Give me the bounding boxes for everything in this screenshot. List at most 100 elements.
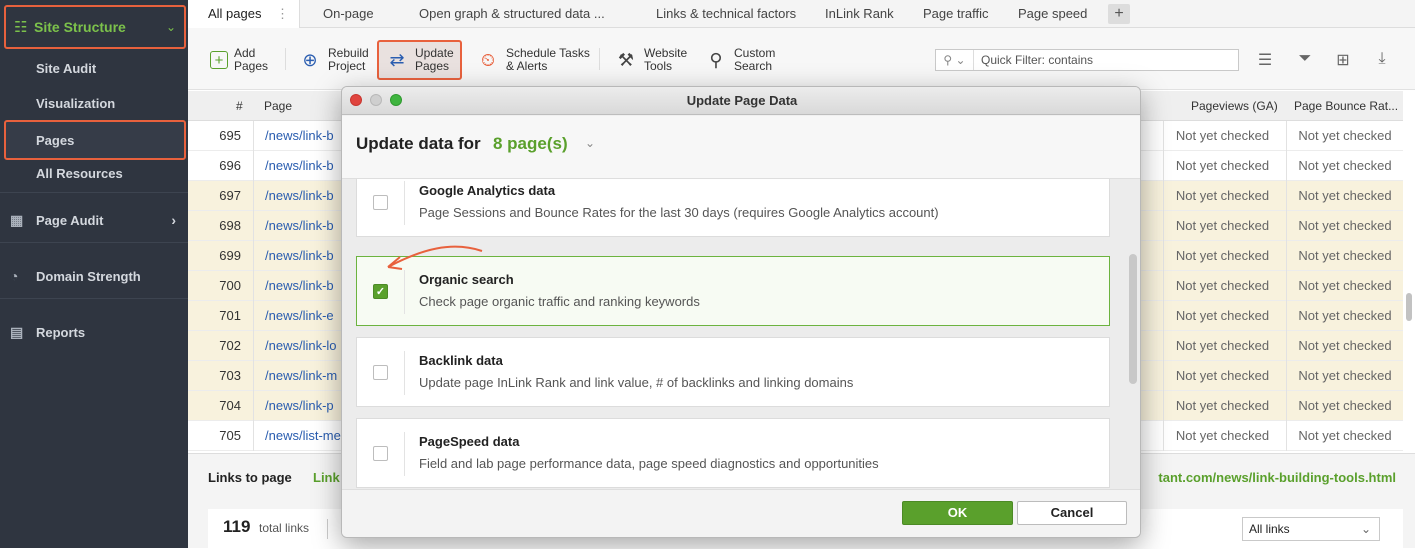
grid-view-icon[interactable]: ⊞	[1333, 50, 1353, 70]
page-link[interactable]: /news/link-b	[265, 271, 334, 301]
tab-links-technical[interactable]: Links & technical factors	[656, 0, 796, 28]
column-header-bounce[interactable]: Page Bounce Rat...	[1294, 91, 1398, 121]
sidebar-divider	[0, 242, 188, 243]
schedule-tasks-button[interactable]: ⏲ Schedule Tasks & Alerts	[476, 40, 590, 80]
sidebar-item-label: Page Audit	[36, 212, 104, 228]
row-number: 705	[188, 421, 254, 451]
bounce-rate-cell: Not yet checked	[1286, 361, 1403, 391]
page-url-link[interactable]: tant.com/news/link-building-tools.html	[1158, 470, 1396, 485]
page-link[interactable]: /news/link-m	[265, 361, 337, 391]
tab-label: All pages	[208, 6, 262, 21]
tab-inlink-rank[interactable]: InLink Rank	[825, 0, 894, 28]
page-link[interactable]: /news/link-lo	[265, 331, 337, 361]
pageviews-cell: Not yet checked	[1163, 181, 1281, 211]
checkmark-icon[interactable]: ✓	[373, 284, 388, 299]
pageviews-cell: Not yet checked	[1163, 421, 1281, 451]
sidebar-item-domain-strength[interactable]: ◔ Domain Strength	[0, 256, 188, 296]
search-icon: ⚲	[709, 49, 723, 70]
sidebar-item-site-structure[interactable]: ☷ Site Structure ⌄	[4, 5, 186, 49]
page-link[interactable]: /news/link-b	[265, 211, 334, 241]
option-checkbox[interactable]	[373, 195, 388, 210]
page-link[interactable]: /news/link-b	[265, 151, 334, 181]
page-link[interactable]: /news/link-p	[265, 391, 334, 421]
toolbar: + Add Pages ⊕ Rebuild Project ⇄ Update P…	[188, 28, 1415, 90]
more-icon[interactable]: ⋮	[276, 0, 289, 28]
sidebar-item-label: Reports	[36, 324, 86, 340]
bounce-rate-cell: Not yet checked	[1286, 211, 1403, 241]
globe-icon: ⊕	[302, 49, 318, 70]
links-type-value: All links	[1249, 522, 1290, 536]
row-number: 701	[188, 301, 254, 331]
tab-page-speed[interactable]: Page speed	[1018, 0, 1087, 28]
pageviews-cell: Not yet checked	[1163, 241, 1281, 271]
links-tab[interactable]: Link	[313, 470, 340, 485]
column-header-pageviews[interactable]: Pageviews (GA)	[1191, 91, 1278, 121]
ok-button[interactable]: OK	[902, 501, 1013, 525]
update-page-data-dialog: Update Page Data Update data for 8 page(…	[341, 86, 1141, 538]
sidebar-item-reports[interactable]: ▤ Reports	[0, 312, 188, 352]
links-panel-title: Links to page	[208, 470, 292, 485]
bounce-rate-cell: Not yet checked	[1286, 391, 1403, 421]
tab-on-page[interactable]: On-page	[323, 0, 374, 28]
page-link[interactable]: /news/link-e	[265, 301, 334, 331]
filter-icon[interactable]: ⏷	[1295, 50, 1315, 70]
add-tab-button[interactable]: +	[1108, 4, 1130, 24]
page-link[interactable]: /news/link-b	[265, 121, 334, 151]
add-pages-button[interactable]: + Add Pages	[210, 40, 268, 80]
tab-all-pages[interactable]: All pages ⋮	[188, 0, 300, 28]
dialog-options: Google Analytics data Page Sessions and …	[342, 179, 1140, 489]
dialog-title: Update Page Data	[686, 93, 798, 108]
option-backlink-data[interactable]: Backlink data Update page InLink Rank an…	[356, 337, 1110, 407]
sidebar-item-all-resources[interactable]: All Resources	[0, 156, 188, 191]
pageviews-cell: Not yet checked	[1163, 211, 1281, 241]
sidebar-divider	[0, 298, 188, 299]
page-count-selector[interactable]: 8 page(s)	[493, 134, 568, 154]
option-checkbox[interactable]	[373, 446, 388, 461]
reports-icon: ▤	[10, 323, 24, 340]
bounce-rate-cell: Not yet checked	[1286, 181, 1403, 211]
sidebar-item-visualization[interactable]: Visualization	[0, 86, 188, 121]
tab-open-graph[interactable]: Open graph & structured data ...	[419, 0, 605, 28]
option-description: Check page organic traffic and ranking k…	[419, 294, 700, 309]
dialog-header: Update data for 8 page(s) ⌄	[342, 116, 1140, 179]
list-view-icon[interactable]: ☰	[1255, 50, 1275, 70]
option-checkbox[interactable]	[373, 365, 388, 380]
page-link[interactable]: /news/link-b	[265, 241, 334, 271]
tab-bar: All pages ⋮ On-page Open graph & structu…	[188, 0, 1415, 28]
table-scrollbar[interactable]	[1405, 123, 1413, 453]
chevron-right-icon: ›	[171, 212, 176, 228]
option-description: Field and lab page performance data, pag…	[419, 456, 879, 471]
column-header-num[interactable]: #	[236, 91, 243, 121]
column-header-page[interactable]: Page	[264, 91, 292, 121]
quick-filter-input[interactable]: Quick Filter: contains	[974, 53, 1093, 67]
page-link[interactable]: /news/link-b	[265, 181, 334, 211]
sidebar-item-page-audit[interactable]: ▦ Page Audit ›	[0, 200, 188, 240]
toolbar-divider	[285, 48, 286, 70]
custom-search-button[interactable]: ⚲ Custom Search	[704, 40, 775, 80]
cancel-button[interactable]: Cancel	[1017, 501, 1127, 525]
search-dropdown-icon[interactable]: ⚲ ⌄	[936, 50, 974, 70]
sidebar-divider	[0, 192, 188, 193]
option-pagespeed-data[interactable]: PageSpeed data Field and lab page perfor…	[356, 418, 1110, 488]
chevron-down-icon[interactable]: ⌄	[585, 136, 595, 150]
dialog-scrollbar[interactable]	[1128, 179, 1138, 489]
pageviews-cell: Not yet checked	[1163, 151, 1281, 181]
pageviews-cell: Not yet checked	[1163, 361, 1281, 391]
sidebar-item-site-audit[interactable]: Site Audit	[0, 51, 188, 86]
sidebar-item-pages[interactable]: Pages	[4, 120, 186, 160]
page-link[interactable]: /news/list-me	[265, 421, 341, 451]
option-google-analytics[interactable]: Google Analytics data Page Sessions and …	[356, 179, 1110, 237]
rebuild-project-button[interactable]: ⊕ Rebuild Project	[298, 40, 368, 80]
page-audit-icon: ▦	[10, 211, 24, 228]
gauge-icon: ◔	[10, 268, 19, 284]
update-pages-button[interactable]: ⇄ Update Pages	[377, 40, 462, 80]
links-type-select[interactable]: All links ⌄	[1242, 517, 1380, 541]
toolbar-divider	[599, 48, 600, 70]
export-icon[interactable]: ⤓	[1372, 50, 1392, 70]
site-structure-icon: ☷	[14, 19, 28, 36]
quick-filter[interactable]: ⚲ ⌄ Quick Filter: contains	[935, 49, 1239, 71]
website-tools-button[interactable]: ⚒ Website Tools	[614, 40, 687, 80]
dialog-footer: OK Cancel	[342, 489, 1140, 537]
bounce-rate-cell: Not yet checked	[1286, 301, 1403, 331]
tab-page-traffic[interactable]: Page traffic	[923, 0, 989, 28]
